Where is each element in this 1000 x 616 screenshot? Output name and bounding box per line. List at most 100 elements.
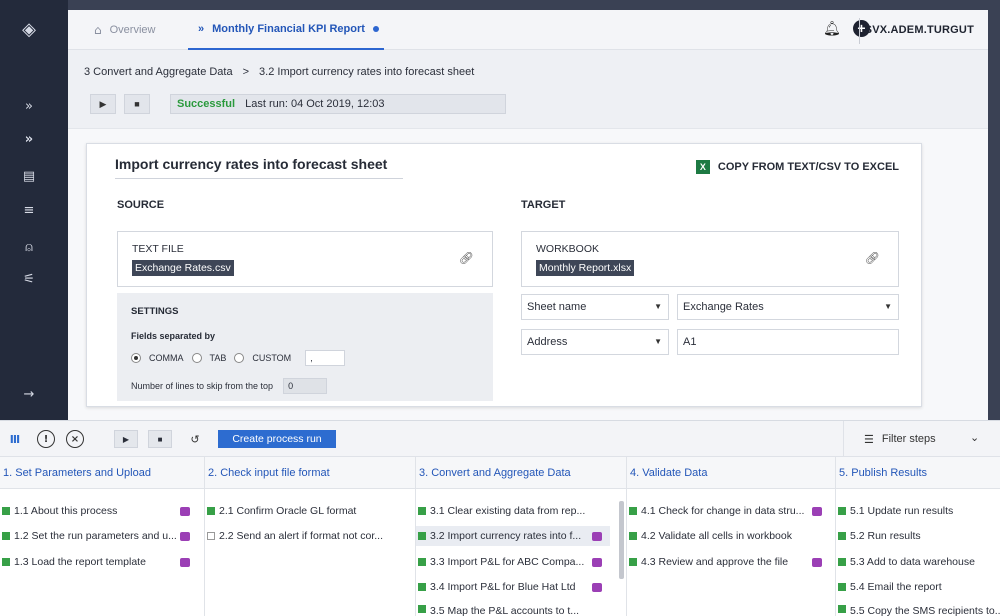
column-title[interactable]: 2. Check input file format	[205, 457, 415, 489]
radio-custom[interactable]	[234, 353, 245, 363]
user-name[interactable]: SVX.ADEM.TURGUT	[865, 24, 974, 36]
step-4-1[interactable]: 4.1 Check for change in data stru...	[627, 501, 834, 521]
stack-logo-icon[interactable]: ◈	[20, 19, 38, 40]
expand-icon[interactable]: »	[20, 97, 38, 115]
bell-icon[interactable]: 🔔︎	[823, 21, 841, 37]
check-icon	[838, 558, 846, 566]
clipboard-icon[interactable]: ▤	[20, 167, 38, 185]
stop-button[interactable]: ■	[148, 430, 172, 448]
step-5-1[interactable]: 5.1 Update run results	[836, 501, 1000, 521]
tab-monthly-report[interactable]: » Monthly Financial KPI Report	[188, 10, 384, 50]
step-5-3[interactable]: 5.3 Add to data warehouse	[836, 552, 1000, 572]
step-1-2[interactable]: 1.2 Set the run parameters and u...	[0, 526, 203, 546]
step-5-5[interactable]: 5.5 Copy the SMS recipients to...	[836, 602, 1000, 616]
database-icon[interactable]: ≡	[20, 201, 38, 219]
step-1-1[interactable]: 1.1 About this process	[0, 501, 203, 521]
column-title[interactable]: 1. Set Parameters and Upload	[0, 457, 204, 489]
column-title[interactable]: 3. Convert and Aggregate Data	[416, 457, 626, 489]
check-icon	[2, 507, 10, 515]
last-run-text: Last run: 04 Oct 2019, 12:03	[245, 98, 385, 110]
step-5-4[interactable]: 5.4 Email the report	[836, 577, 1000, 597]
check-icon	[207, 507, 215, 515]
history-icon[interactable]: ↺	[186, 430, 204, 448]
stop-button[interactable]: ■	[124, 94, 150, 114]
comment-icon[interactable]	[592, 583, 602, 592]
step-label: 5.5 Copy the SMS recipients to...	[850, 605, 1000, 616]
address-select[interactable]: Address ▼	[521, 329, 669, 355]
play-button[interactable]: ▶	[90, 94, 116, 114]
columns-icon[interactable]: Ⅲ	[6, 430, 24, 448]
breadcrumb-parent[interactable]: 3 Convert and Aggregate Data	[84, 66, 233, 78]
step-1-3[interactable]: 1.3 Load the report template	[0, 552, 203, 572]
sheet-name-label: Sheet name	[527, 301, 587, 313]
target-file-box[interactable]: WORKBOOK Monthly Report.xlsx 🔗︎	[521, 231, 899, 287]
step-label: 5.4 Email the report	[850, 581, 942, 593]
step-3-5[interactable]: 3.5 Map the P&L accounts to t...	[416, 602, 616, 616]
column-scrollbar[interactable]	[619, 501, 624, 579]
tab-overview[interactable]: ⌂ Overview	[94, 10, 155, 50]
custom-separator-input[interactable]: ,	[305, 350, 346, 366]
check-icon	[838, 605, 846, 613]
step-3-2[interactable]: 3.2 Import currency rates into f...	[416, 526, 610, 546]
comment-icon[interactable]	[180, 532, 190, 541]
source-file-name[interactable]: Exchange Rates.csv	[132, 260, 234, 276]
divider	[859, 18, 860, 44]
step-label: 3.1 Clear existing data from rep...	[430, 505, 586, 517]
step-3-4[interactable]: 3.4 Import P&L for Blue Hat Ltd	[416, 577, 616, 597]
comment-icon[interactable]	[812, 507, 822, 516]
filter-steps-button[interactable]: ☰ Filter steps	[843, 421, 955, 457]
step-label: 4.3 Review and approve the file	[641, 556, 789, 568]
caret-down-icon: ▼	[654, 337, 662, 346]
process-icon[interactable]: »	[20, 130, 38, 148]
user-icon[interactable]: ⍝	[20, 238, 38, 256]
sliders-icon[interactable]: ⚟	[20, 270, 38, 288]
check-icon	[838, 583, 846, 591]
step-3-1[interactable]: 3.1 Clear existing data from rep...	[416, 501, 616, 521]
source-file-box[interactable]: TEXT FILE Exchange Rates.csv 🔗︎	[117, 231, 493, 287]
breadcrumb: 3 Convert and Aggregate Data > 3.2 Impor…	[84, 66, 474, 78]
play-button[interactable]: ▶	[114, 430, 138, 448]
target-type-label: WORKBOOK	[536, 243, 600, 255]
comment-icon[interactable]	[812, 558, 822, 567]
comment-icon[interactable]	[592, 532, 602, 541]
step-2-2[interactable]: 2.2 Send an alert if format not cor...	[205, 526, 414, 546]
check-icon	[2, 532, 10, 540]
step-4-2[interactable]: 4.2 Validate all cells in workbook	[627, 526, 834, 546]
process-toolbar: Ⅲ ! × ▶ ■ ↺ Create process run ☰ Filter …	[0, 421, 1000, 457]
link-icon[interactable]: 🔗︎	[459, 251, 474, 265]
check-icon	[418, 605, 426, 613]
skip-lines-input[interactable]: 0	[283, 378, 328, 394]
comment-icon[interactable]	[180, 558, 190, 567]
sheet-value-select[interactable]: Exchange Rates ▼	[677, 294, 899, 320]
radio-tab[interactable]	[191, 353, 202, 363]
step-2-1[interactable]: 2.1 Confirm Oracle GL format	[205, 501, 414, 521]
action-type-label: COPY FROM TEXT/CSV TO EXCEL	[717, 161, 899, 173]
column-title[interactable]: 4. Validate Data	[627, 457, 835, 489]
step-5-2[interactable]: 5.2 Run results	[836, 526, 1000, 546]
step-label: 5.1 Update run results	[850, 505, 954, 517]
radio-tab-label: TAB	[209, 353, 227, 363]
link-icon[interactable]: 🔗︎	[865, 251, 880, 265]
settings-heading: SETTINGS	[131, 306, 179, 317]
step-label: 3.4 Import P&L for Blue Hat Ltd	[430, 581, 576, 593]
target-file-name[interactable]: Monthly Report.xlsx	[536, 260, 635, 276]
check-icon	[838, 532, 846, 540]
step-3-3[interactable]: 3.3 Import P&L for ABC Compa...	[416, 552, 616, 572]
step-config-card: Import currency rates into forecast shee…	[86, 143, 922, 407]
comment-icon[interactable]	[180, 507, 190, 516]
sheet-name-select[interactable]: Sheet name ▼	[521, 294, 669, 320]
cancel-icon[interactable]: ×	[66, 430, 84, 448]
process-tab-icon: »	[198, 23, 205, 35]
step-label: 1.1 About this process	[14, 505, 118, 517]
column-title[interactable]: 5. Publish Results	[836, 457, 1000, 489]
comment-icon[interactable]	[592, 558, 602, 567]
arrow-right-icon[interactable]: →	[20, 385, 38, 403]
step-4-3[interactable]: 4.3 Review and approve the file	[627, 552, 834, 572]
address-label: Address	[527, 336, 568, 348]
run-status: Successful Last run: 04 Oct 2019, 12:03	[170, 94, 506, 114]
collapse-icon[interactable]: ⌄	[970, 431, 979, 444]
radio-comma[interactable]	[131, 353, 141, 363]
alert-icon[interactable]: !	[37, 430, 55, 448]
create-process-run-button[interactable]: Create process run	[218, 430, 336, 448]
address-input[interactable]: A1	[677, 329, 899, 355]
